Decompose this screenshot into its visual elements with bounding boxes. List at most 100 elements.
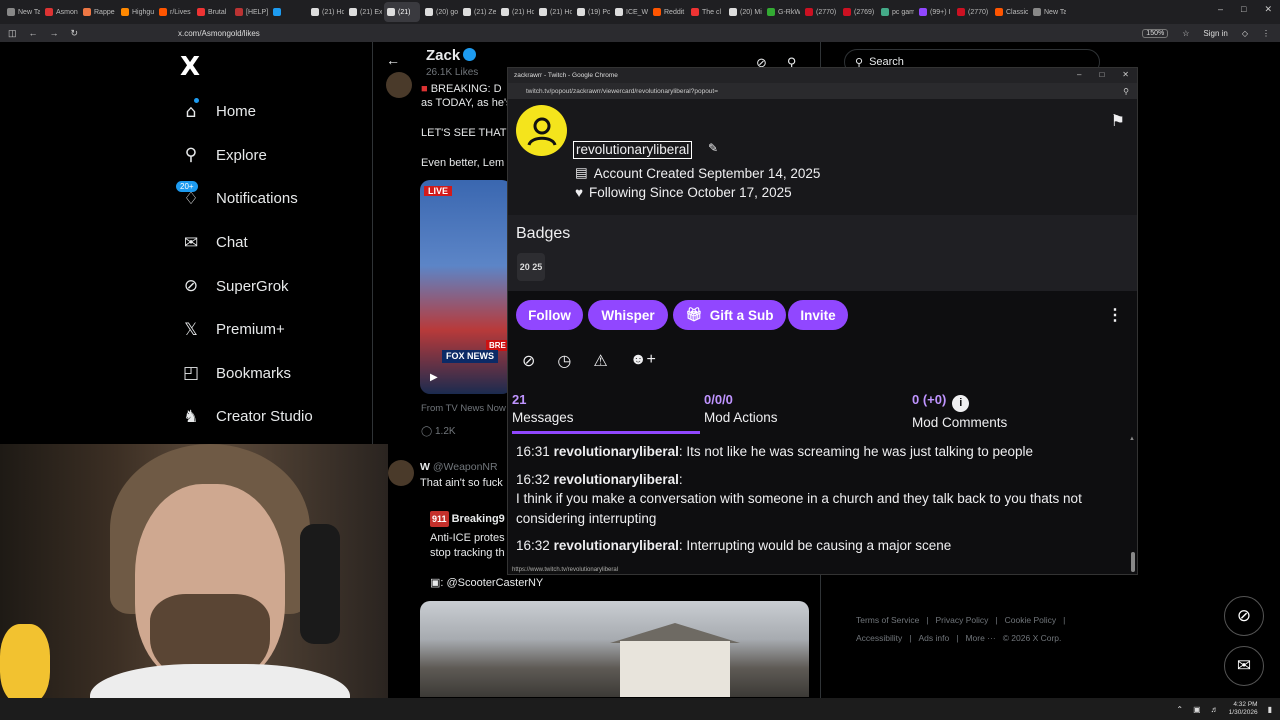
nav-creator-studio[interactable]: ♞ Creator Studio bbox=[180, 395, 312, 439]
maximize-icon[interactable]: □ bbox=[1241, 4, 1246, 15]
browser-tab[interactable]: (99+) I bbox=[916, 2, 952, 22]
back-arrow-icon[interactable]: ← bbox=[386, 52, 400, 68]
zoom-icon[interactable]: ⚲ bbox=[1123, 87, 1129, 96]
browser-tab[interactable]: Brutal bbox=[194, 2, 230, 22]
browser-tab[interactable]: G-RkWi bbox=[764, 2, 800, 22]
back-icon[interactable]: ← bbox=[29, 28, 38, 38]
tab-label: r/Lives bbox=[170, 8, 191, 16]
browser-tab[interactable]: (21) bbox=[384, 2, 420, 22]
reply-count[interactable]: ◯ 1.2K bbox=[421, 426, 456, 437]
tweet-video[interactable]: LIVE BRE FOX NEWS ▶ bbox=[420, 180, 512, 394]
browser-tab[interactable]: (21) Ho bbox=[498, 2, 534, 22]
avatar[interactable] bbox=[388, 460, 414, 486]
tab-label: (21) Ex bbox=[360, 8, 382, 16]
footer-link[interactable]: More ··· bbox=[965, 633, 995, 643]
browser-tab[interactable]: (2770) bbox=[954, 2, 990, 22]
x-logo[interactable]: X bbox=[180, 52, 200, 82]
footer-link[interactable]: Privacy Policy bbox=[936, 615, 989, 625]
notifications-icon[interactable]: ▮ bbox=[1268, 705, 1272, 714]
scroll-up-icon[interactable]: ▲ bbox=[1129, 436, 1135, 442]
menu-icon[interactable]: ⋮ bbox=[1262, 29, 1270, 38]
ban-icon[interactable]: ⊘ bbox=[522, 351, 535, 371]
warning-icon[interactable]: ⚠ bbox=[593, 351, 607, 371]
report-flag-icon[interactable]: ⚑ bbox=[1111, 111, 1125, 131]
footer-link[interactable]: Ads info bbox=[919, 633, 950, 643]
browser-tab[interactable]: (2769) bbox=[840, 2, 876, 22]
extensions-icon[interactable]: ◇ bbox=[1242, 29, 1248, 38]
nav-chat[interactable]: ✉ Chat bbox=[180, 221, 313, 265]
browser-tab[interactable]: (20) Mi bbox=[726, 2, 762, 22]
minimize-icon[interactable]: – bbox=[1077, 70, 1081, 79]
stat-messages[interactable]: 21 Messages bbox=[512, 392, 574, 425]
badge-2025-icon[interactable]: 20 25 bbox=[517, 253, 545, 281]
nav-home[interactable]: ⌂ Home bbox=[180, 90, 313, 134]
whisper-button[interactable]: Whisper bbox=[588, 300, 668, 330]
browser-tab[interactable]: (20) go bbox=[422, 2, 458, 22]
network-icon[interactable]: ▣ bbox=[1193, 705, 1201, 714]
tweet-media-image[interactable] bbox=[420, 601, 809, 697]
tweet-source[interactable]: From TV News Now bbox=[421, 402, 506, 416]
stat-mod-actions[interactable]: 0/0/0 Mod Actions bbox=[704, 392, 778, 425]
zoom-level[interactable]: 150% bbox=[1142, 28, 1169, 38]
nav-bookmarks[interactable]: ◰ Bookmarks bbox=[180, 352, 313, 396]
clock[interactable]: 4:32 PM 1/30/2026 bbox=[1229, 701, 1258, 717]
nav-premium[interactable]: 𝕏 Premium+ bbox=[180, 308, 313, 352]
footer-link[interactable]: Cookie Policy bbox=[1005, 615, 1057, 625]
timeout-clock-icon[interactable]: ◷ bbox=[557, 351, 571, 371]
sidebar-toggle-icon[interactable]: ◫ bbox=[8, 28, 17, 39]
browser-tab[interactable]: (21) Ze bbox=[460, 2, 496, 22]
browser-tab[interactable]: r/Lives bbox=[156, 2, 192, 22]
bookmark-star-icon[interactable]: ☆ bbox=[1182, 29, 1189, 38]
tab-favicon-icon bbox=[615, 8, 623, 16]
reload-icon[interactable]: ↻ bbox=[71, 28, 79, 39]
close-icon[interactable]: ✕ bbox=[1264, 4, 1272, 15]
nav-explore[interactable]: ⚲ Explore bbox=[180, 134, 313, 178]
forward-icon[interactable]: → bbox=[50, 28, 59, 38]
browser-tab[interactable]: (21) Ho bbox=[308, 2, 344, 22]
nav-notifications[interactable]: ♢ 20+ Notifications bbox=[176, 177, 313, 221]
browser-tab[interactable]: Rappe bbox=[80, 2, 116, 22]
chat-scrollbar[interactable] bbox=[1131, 552, 1135, 572]
messages-fab[interactable]: ✉ bbox=[1224, 646, 1264, 686]
browser-tab[interactable]: The cl bbox=[688, 2, 724, 22]
grok-fab[interactable]: ⊘ bbox=[1224, 596, 1264, 636]
maximize-icon[interactable]: □ bbox=[1099, 70, 1104, 79]
browser-tab[interactable]: Classic bbox=[992, 2, 1028, 22]
stat-mod-comments[interactable]: 0 (+0) i Mod Comments bbox=[912, 392, 1007, 430]
browser-tab[interactable]: [HELP] bbox=[232, 2, 268, 22]
speaker-icon[interactable]: ♬ bbox=[1211, 705, 1219, 714]
edit-pencil-icon[interactable]: ✎ bbox=[708, 141, 718, 155]
browser-tab[interactable]: pc gam bbox=[878, 2, 914, 22]
add-mod-icon[interactable]: ☻+ bbox=[630, 351, 656, 371]
avatar[interactable] bbox=[386, 72, 412, 98]
browser-tab[interactable]: New Ta bbox=[1030, 2, 1066, 22]
browser-tab[interactable] bbox=[270, 2, 306, 22]
minimize-icon[interactable]: – bbox=[1218, 4, 1223, 15]
tab-label: (19) Po bbox=[588, 8, 610, 16]
follow-button[interactable]: Follow bbox=[516, 300, 583, 330]
browser-tab[interactable]: (19) Po bbox=[574, 2, 610, 22]
more-options-icon[interactable]: ⋮ bbox=[1107, 305, 1123, 325]
browser-tab[interactable]: (21) Ex bbox=[346, 2, 382, 22]
browser-tab[interactable]: Highgu bbox=[118, 2, 154, 22]
browser-tab[interactable]: (21) Ho bbox=[536, 2, 572, 22]
play-icon[interactable]: ▶ bbox=[430, 372, 438, 383]
browser-tab[interactable]: New Tab bbox=[4, 2, 40, 22]
browser-tab[interactable]: ICE_Wi bbox=[612, 2, 648, 22]
url-field[interactable]: x.com/Asmongold/likes bbox=[178, 29, 260, 38]
info-icon[interactable]: i bbox=[952, 395, 970, 412]
username[interactable]: revolutionaryliberal bbox=[573, 141, 693, 159]
nav-supergrok[interactable]: ⊘ SuperGrok bbox=[180, 264, 313, 308]
invite-button[interactable]: Invite bbox=[788, 300, 848, 330]
footer-link[interactable]: Terms of Service bbox=[856, 615, 919, 625]
footer-link[interactable]: Accessibility bbox=[856, 633, 902, 643]
gift-sub-button[interactable]: 🎁︎ Gift a Sub bbox=[673, 300, 786, 330]
browser-tab[interactable]: Asmon bbox=[42, 2, 78, 22]
profile-name: Zack bbox=[426, 47, 477, 64]
tray-chevron-icon[interactable]: ⌃ bbox=[1176, 705, 1183, 714]
close-icon[interactable]: ✕ bbox=[1122, 70, 1129, 79]
sign-in-button[interactable]: Sign in bbox=[1203, 29, 1227, 38]
browser-tab[interactable]: Reddit bbox=[650, 2, 686, 22]
browser-tab[interactable]: (2770) bbox=[802, 2, 838, 22]
popup-url[interactable]: twitch.tv/popout/zackrawrr/viewercard/re… bbox=[526, 88, 718, 95]
